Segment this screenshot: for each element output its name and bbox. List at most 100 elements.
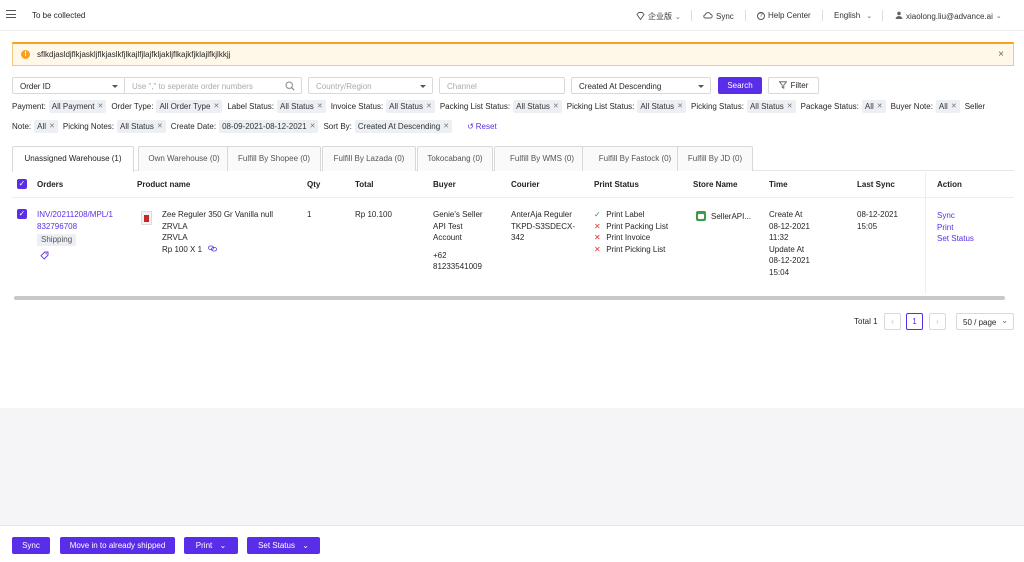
filter-tag-text: All Status	[640, 101, 675, 111]
filter-label-seller-note: Seller	[964, 101, 986, 111]
filter-tag-picking-list-status[interactable]: All Status ✕	[637, 99, 687, 113]
close-icon[interactable]: ✕	[877, 102, 883, 110]
channel-select[interactable]: Channel	[439, 77, 565, 94]
sync-header-button[interactable]: Sync	[703, 11, 734, 21]
next-page-button[interactable]: ›	[929, 313, 946, 330]
column-header-print-status: Print Status	[594, 180, 639, 189]
tab-fulfill-by-shopee[interactable]: Fulfill By Shopee (0)	[227, 146, 321, 171]
close-icon[interactable]: ✕	[157, 122, 163, 130]
prev-page-button[interactable]: ‹	[884, 313, 901, 330]
tab-own-warehouse[interactable]: Own Warehouse (0)	[138, 146, 230, 171]
help-center-link[interactable]: ? Help Center	[757, 11, 811, 20]
link-icon[interactable]	[208, 244, 217, 256]
close-icon[interactable]: ✕	[310, 122, 316, 130]
filter-tag-packing-list-status[interactable]: All Status ✕	[513, 99, 562, 113]
print-status-item: ✓ Print Label	[594, 209, 668, 221]
tag-icon[interactable]	[40, 251, 49, 262]
buyer-name: Genie's Seller	[433, 210, 483, 219]
bulk-sync-button[interactable]: Sync	[12, 537, 50, 554]
reset-link[interactable]: ↺ Reset	[467, 122, 497, 131]
tab-tokocabang[interactable]: Tokocabang (0)	[417, 146, 493, 171]
filter-tag-order-type[interactable]: All Order Type ✕	[156, 99, 223, 113]
filter-tag-buyer-note[interactable]: All ✕	[935, 99, 960, 113]
filter-tag-text: 08-09-2021-08-12-2021	[222, 121, 307, 131]
user-menu[interactable]: xiaolong.liu@advance.ai ⌄	[895, 11, 1002, 21]
select-all-checkbox[interactable]: ✓	[17, 179, 27, 189]
close-icon[interactable]: ✕	[213, 102, 219, 110]
close-icon[interactable]: ✕	[97, 102, 103, 110]
language-label: English	[834, 11, 861, 20]
column-header-orders: Orders	[37, 180, 64, 189]
row-sync-link[interactable]: Sync	[937, 210, 974, 222]
price-quantity: Rp 100 X 1	[162, 244, 273, 256]
row-checkbox[interactable]: ✓	[17, 209, 27, 219]
tab-fulfill-by-lazada[interactable]: Fulfill By Lazada (0)	[322, 146, 416, 171]
close-icon[interactable]: ✕	[951, 102, 957, 110]
filter-tag-picking-status[interactable]: All Status ✕	[746, 99, 796, 113]
close-icon[interactable]: ✕	[553, 102, 559, 110]
horizontal-scrollbar[interactable]	[14, 296, 1005, 300]
bulk-print-button[interactable]: Print ⌄	[184, 537, 238, 554]
print-status-list: ✓ Print Label ✕ Print Packing List ✕ Pri…	[594, 209, 668, 255]
order-number-input[interactable]: Use "," to seperate order numbers	[124, 77, 302, 94]
filter-label-picking-list-status: Picking List Status:	[566, 101, 635, 111]
filter-tag-seller-note[interactable]: All ✕	[34, 119, 58, 133]
order-number-link[interactable]: INV/20211208/MPL/1 832796708	[37, 209, 113, 232]
move-to-shipped-button[interactable]: Move in to already shipped	[60, 537, 175, 554]
user-email: xiaolong.liu@advance.ai	[906, 11, 993, 21]
close-icon[interactable]: ✕	[426, 102, 432, 110]
chevron-down-icon: ⌄	[866, 12, 873, 20]
close-icon[interactable]: ✕	[677, 102, 683, 110]
buyer-phone: 81233541009	[433, 262, 482, 272]
page-size-select[interactable]: 50 / page ⌄	[956, 313, 1014, 330]
time-value: 15:04	[769, 267, 790, 277]
filter-tag-picking-notes[interactable]: All Status ✕	[117, 119, 166, 133]
page-number-button[interactable]: 1	[906, 313, 923, 330]
top-bar: To be collected 企业版 ⌄ Sync ? Help Center…	[0, 0, 1024, 31]
tab-fulfill-by-fastock[interactable]: Fulfill By Fastock (0)	[582, 146, 688, 171]
filter-tag-label-status[interactable]: All Status ✕	[277, 99, 326, 113]
close-icon[interactable]: ✕	[317, 102, 323, 110]
search-type-value: Order ID	[20, 82, 51, 91]
tab-fulfill-by-wms[interactable]: Fulfill By WMS (0)	[494, 146, 590, 171]
search-button[interactable]: Search	[718, 77, 762, 94]
filter-tag-invoice-status[interactable]: All Status ✕	[386, 99, 435, 113]
menu-toggle-icon[interactable]	[6, 10, 16, 20]
close-icon[interactable]: ✕	[787, 102, 793, 110]
filter-tag-text: All Status	[516, 101, 550, 111]
bulk-set-status-button[interactable]: Set Status ⌄	[247, 537, 320, 554]
buyer-info: Genie's Seller API Test Account +62 8123…	[433, 209, 483, 273]
language-select[interactable]: English ⌄	[834, 11, 872, 20]
filter-label: Filter	[790, 81, 809, 90]
country-region-select[interactable]: Country/Region	[308, 77, 433, 94]
caret-down-icon	[112, 85, 118, 88]
filter-button[interactable]: Filter	[768, 77, 819, 94]
sort-select[interactable]: Created At Descending	[571, 77, 711, 94]
tracking-number: TKPD-S3SDECX-	[511, 221, 576, 231]
diamond-icon	[636, 11, 645, 22]
close-icon[interactable]: ×	[998, 49, 1004, 60]
chevron-down-icon: ⌄	[995, 13, 1002, 20]
product-sku: ZRVLA	[162, 221, 188, 231]
filter-label-picking-status: Picking Status:	[691, 101, 744, 111]
filter-tag-sort-by[interactable]: Created At Descending ✕	[354, 119, 453, 133]
filter-tag-package-status[interactable]: All ✕	[861, 99, 886, 113]
row-set-status-link[interactable]: Set Status	[937, 233, 974, 245]
print-status-item: ✕ Print Packing List	[594, 221, 668, 233]
search-type-select[interactable]: Order ID	[12, 77, 125, 94]
filter-tag-create-date[interactable]: 08-09-2021-08-12-2021 ✕	[219, 119, 319, 133]
close-icon[interactable]: ✕	[443, 122, 449, 130]
help-center-label: Help Center	[768, 11, 811, 20]
filter-tag-text: All Status	[280, 101, 314, 111]
edition-switch[interactable]: 企业版 ⌄	[636, 11, 681, 22]
filter-row-2: Note: All ✕ Picking Notes: All Status ✕ Cr…	[12, 119, 497, 133]
tab-fulfill-by-jd[interactable]: Fulfill By JD (0)	[677, 146, 753, 171]
filter-tag-text: All	[938, 101, 948, 111]
filter-tag-payment[interactable]: All Payment ✕	[48, 99, 107, 113]
row-actions: Sync Print Set Status	[937, 210, 974, 245]
cloud-icon	[703, 11, 713, 21]
column-header-buyer: Buyer	[433, 180, 456, 189]
tab-unassigned-warehouse[interactable]: Unassigned Warehouse (1)	[12, 146, 134, 172]
close-icon[interactable]: ✕	[49, 122, 55, 130]
row-print-link[interactable]: Print	[937, 222, 974, 234]
